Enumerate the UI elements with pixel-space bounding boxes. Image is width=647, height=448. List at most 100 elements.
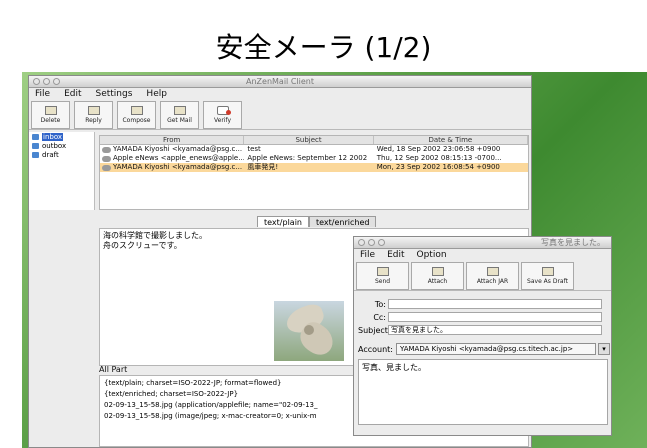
- save-icon: [541, 267, 554, 276]
- message-from: Apple eNews <apple_enews@apple...: [113, 154, 245, 162]
- verify-button[interactable]: Verify: [203, 101, 242, 129]
- desktop: AnZenMail Client File Edit Settings Help…: [22, 72, 647, 448]
- envelope-icon: [102, 155, 111, 162]
- verify-label: Verify: [213, 117, 232, 124]
- to-field: To:: [358, 299, 602, 309]
- compose-toolbar: Send Attach Attach JAR Save As Draft: [354, 261, 611, 291]
- folder-label: inbox: [42, 132, 64, 141]
- message-row[interactable]: YAMADA Kiyoshi <kyamada@psg.c... test We…: [100, 145, 528, 154]
- folder-draft[interactable]: draft: [29, 150, 94, 159]
- trash-icon: [44, 106, 57, 115]
- message-subject: Apple eNews: September 12 2002: [247, 154, 368, 162]
- main-menubar: File Edit Settings Help: [29, 88, 531, 100]
- compose-window: 写真を見ました。 File Edit Option Send Attach At…: [353, 236, 612, 436]
- reply-icon: [87, 106, 100, 115]
- attach-icon: [431, 267, 444, 276]
- chevron-down-icon[interactable]: ▾: [598, 343, 610, 355]
- close-icon[interactable]: [358, 239, 365, 246]
- cc-input[interactable]: [388, 312, 602, 322]
- reply-button[interactable]: Reply: [74, 101, 113, 129]
- column-subject[interactable]: Subject: [244, 136, 374, 144]
- folder-icon: [32, 142, 39, 149]
- cc-field: Cc:: [358, 312, 602, 322]
- slide-title: 安全メーラ (1/2): [215, 31, 432, 64]
- delete-label: Delete: [40, 117, 61, 124]
- send-button[interactable]: Send: [356, 262, 409, 290]
- attach-jar-button[interactable]: Attach JAR: [466, 262, 519, 290]
- message-list-header: From Subject Date & Time: [100, 136, 528, 145]
- attach-label: Attach: [427, 278, 448, 285]
- message-row[interactable]: Apple eNews <apple_enews@apple... Apple …: [100, 154, 528, 163]
- main-toolbar: Delete Reply Compose Get Mail Verify: [29, 100, 531, 130]
- message-date: Wed, 18 Sep 2002 23:06:58 +0900: [376, 145, 501, 153]
- account-label: Account:: [358, 344, 393, 354]
- tab-text-enriched[interactable]: text/enriched: [308, 216, 377, 227]
- message-from: YAMADA Kiyoshi <kyamada@psg.c...: [113, 145, 243, 153]
- compose-label: Compose: [122, 117, 151, 124]
- menu-help[interactable]: Help: [146, 88, 167, 100]
- menu-edit[interactable]: Edit: [387, 249, 404, 261]
- message-list: From Subject Date & Time YAMADA Kiyoshi …: [99, 135, 529, 210]
- subject-input[interactable]: 写真を見ました。: [388, 325, 602, 335]
- attach-button[interactable]: Attach: [411, 262, 464, 290]
- all-part-label: All Part: [99, 365, 128, 374]
- minimize-icon[interactable]: [368, 239, 375, 246]
- folder-icon: [32, 151, 39, 158]
- attach-jar-icon: [486, 267, 499, 276]
- tab-text-plain[interactable]: text/plain: [257, 216, 309, 227]
- folder-list: inbox outbox draft: [29, 132, 95, 210]
- body-tabs: text/plain text/enriched: [257, 216, 377, 227]
- subject-label: Subject:: [358, 325, 391, 335]
- send-icon: [376, 267, 389, 276]
- mailbox-icon: [173, 106, 186, 115]
- attach-jar-label: Attach JAR: [476, 278, 509, 285]
- column-from[interactable]: From: [100, 136, 245, 144]
- delete-button[interactable]: Delete: [31, 101, 70, 129]
- compose-body[interactable]: 写真、見ました。: [358, 359, 608, 425]
- folder-icon: [32, 133, 39, 140]
- main-window-title: AnZenMail Client: [246, 77, 314, 86]
- get-mail-label: Get Mail: [167, 117, 192, 124]
- folder-outbox[interactable]: outbox: [29, 141, 94, 150]
- minimize-icon[interactable]: [43, 78, 50, 85]
- menu-option[interactable]: Option: [417, 249, 447, 261]
- menu-file[interactable]: File: [360, 249, 375, 261]
- menu-file[interactable]: File: [35, 88, 50, 100]
- message-date: Mon, 23 Sep 2002 16:08:54 +0900: [376, 163, 500, 171]
- subject-field: Subject: 写真を見ました。: [358, 325, 602, 335]
- send-label: Send: [374, 278, 391, 285]
- close-icon[interactable]: [33, 78, 40, 85]
- folder-inbox[interactable]: inbox: [29, 132, 94, 141]
- column-date[interactable]: Date & Time: [374, 136, 528, 144]
- propeller-photo: [274, 301, 344, 361]
- folder-label: draft: [42, 150, 59, 159]
- reply-label: Reply: [85, 117, 102, 124]
- message-subject: 風車発見!: [247, 163, 279, 171]
- to-input[interactable]: [388, 299, 602, 309]
- message-row-selected[interactable]: YAMADA Kiyoshi <kyamada@psg.c... 風車発見! M…: [100, 163, 528, 172]
- main-titlebar[interactable]: AnZenMail Client: [29, 76, 531, 88]
- verify-icon: [216, 106, 231, 115]
- account-field: Account: YAMADA Kiyoshi <kyamada@psg.cs.…: [358, 343, 610, 355]
- to-label: To:: [374, 299, 386, 309]
- compose-menubar: File Edit Option: [354, 249, 611, 261]
- message-date: Thu, 12 Sep 2002 08:15:13 -0700...: [376, 154, 502, 162]
- envelope-icon: [102, 146, 111, 153]
- zoom-icon[interactable]: [378, 239, 385, 246]
- message-subject: test: [247, 145, 261, 153]
- menu-edit[interactable]: Edit: [64, 88, 81, 100]
- compose-titlebar[interactable]: 写真を見ました。: [354, 237, 611, 249]
- save-as-draft-button[interactable]: Save As Draft: [521, 262, 574, 290]
- get-mail-button[interactable]: Get Mail: [160, 101, 199, 129]
- zoom-icon[interactable]: [53, 78, 60, 85]
- account-select[interactable]: YAMADA Kiyoshi <kyamada@psg.cs.titech.ac…: [396, 343, 596, 355]
- compose-icon: [130, 106, 143, 115]
- message-from: YAMADA Kiyoshi <kyamada@psg.c...: [113, 163, 243, 171]
- compose-button[interactable]: Compose: [117, 101, 156, 129]
- envelope-icon: [102, 164, 111, 171]
- save-as-draft-label: Save As Draft: [527, 278, 568, 285]
- cc-label: Cc:: [373, 312, 386, 322]
- menu-settings[interactable]: Settings: [96, 88, 133, 100]
- folder-label: outbox: [42, 141, 67, 150]
- compose-window-title: 写真を見ました。: [541, 238, 605, 247]
